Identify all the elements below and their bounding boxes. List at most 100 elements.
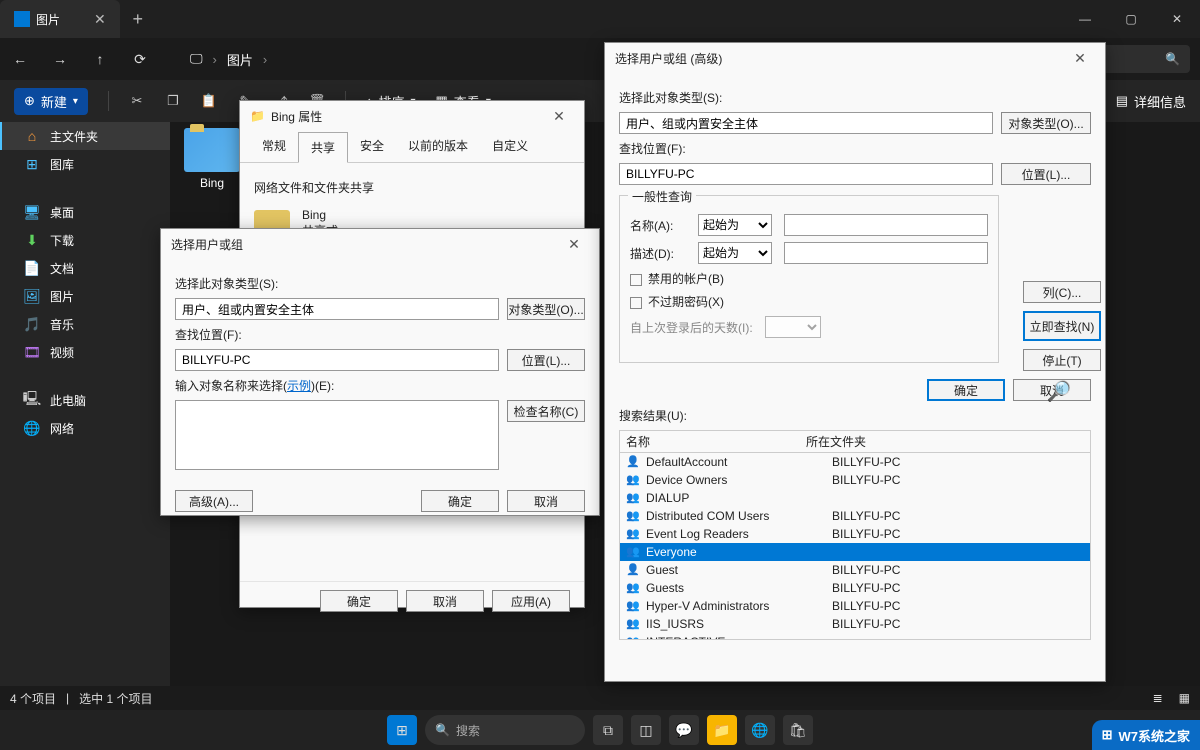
close-icon[interactable]: ✕ bbox=[1065, 50, 1095, 67]
up-button[interactable]: ↑ bbox=[90, 49, 110, 69]
name-input[interactable] bbox=[784, 214, 988, 236]
desc-match-select[interactable]: 起始为 bbox=[698, 242, 772, 264]
sidebar-item-下载[interactable]: ⬇下载 bbox=[0, 226, 170, 254]
result-row[interactable]: 👥Everyone bbox=[620, 543, 1090, 561]
sidebar-item-桌面[interactable]: 🖥桌面 bbox=[0, 198, 170, 226]
copy-icon[interactable]: ❐ bbox=[165, 93, 181, 109]
forward-button[interactable]: → bbox=[50, 49, 70, 69]
result-name: Event Log Readers bbox=[646, 527, 826, 541]
principal-icon: 👥 bbox=[626, 581, 640, 595]
widgets-icon[interactable]: ◫ bbox=[631, 715, 661, 745]
cancel-button[interactable]: 取消 bbox=[406, 590, 484, 612]
tab-共享[interactable]: 共享 bbox=[298, 132, 348, 163]
view-tiles-icon[interactable]: ▦ bbox=[1179, 691, 1190, 705]
names-textarea[interactable] bbox=[175, 400, 499, 470]
noexpire-password-checkbox[interactable] bbox=[630, 297, 642, 309]
object-type-field[interactable] bbox=[619, 112, 993, 134]
taskbar-search[interactable]: 🔍搜索 bbox=[425, 715, 585, 745]
principal-icon: 👥 bbox=[626, 527, 640, 541]
desc-input[interactable] bbox=[784, 242, 988, 264]
task-view-icon[interactable]: ⧉ bbox=[593, 715, 623, 745]
result-row[interactable]: 👥Device OwnersBILLYFU-PC bbox=[620, 471, 1090, 489]
result-folder: BILLYFU-PC bbox=[832, 455, 992, 469]
back-button[interactable]: ← bbox=[10, 49, 30, 69]
result-row[interactable]: 👥INTERACTIVE bbox=[620, 633, 1090, 640]
ok-button[interactable]: 确定 bbox=[421, 490, 499, 512]
location-field[interactable] bbox=[619, 163, 993, 185]
new-tab-button[interactable]: + bbox=[120, 9, 156, 30]
chat-icon[interactable]: 💬 bbox=[669, 715, 699, 745]
col-name[interactable]: 名称 bbox=[626, 433, 806, 450]
disabled-accounts-checkbox[interactable] bbox=[630, 274, 642, 286]
result-row[interactable]: 👥GuestsBILLYFU-PC bbox=[620, 579, 1090, 597]
sidebar-item-label: 桌面 bbox=[50, 204, 74, 221]
result-name: DIALUP bbox=[646, 491, 826, 505]
ok-button[interactable]: 确定 bbox=[927, 379, 1005, 401]
tab-常规[interactable]: 常规 bbox=[250, 131, 298, 162]
stop-button[interactable]: 停止(T) bbox=[1023, 349, 1101, 371]
sidebar-item-文档[interactable]: 📄文档 bbox=[0, 254, 170, 282]
item-count: 4 个项目 bbox=[10, 690, 56, 707]
view-details-icon[interactable]: ≣ bbox=[1153, 691, 1163, 705]
general-query-legend: 一般性查询 bbox=[628, 188, 696, 205]
explorer-icon[interactable]: 📁 bbox=[707, 715, 737, 745]
refresh-button[interactable]: ⟳ bbox=[130, 49, 150, 69]
result-row[interactable]: 👤DefaultAccountBILLYFU-PC bbox=[620, 453, 1090, 471]
close-tab-icon[interactable]: ✕ bbox=[94, 11, 106, 28]
sidebar-item-音乐[interactable]: 🎵音乐 bbox=[0, 310, 170, 338]
check-names-button[interactable]: 检查名称(C) bbox=[507, 400, 585, 422]
apply-button[interactable]: 应用(A) bbox=[492, 590, 570, 612]
result-row[interactable]: 👥IIS_IUSRSBILLYFU-PC bbox=[620, 615, 1090, 633]
cancel-button[interactable]: 取消 bbox=[507, 490, 585, 512]
sidebar-item-此电脑[interactable]: 🖳此电脑 bbox=[0, 386, 170, 414]
close-icon[interactable]: ✕ bbox=[559, 236, 589, 253]
result-row[interactable]: 👥Distributed COM UsersBILLYFU-PC bbox=[620, 507, 1090, 525]
minimize-button[interactable]: — bbox=[1062, 0, 1108, 38]
dialog-title: 选择用户或组 (高级) bbox=[615, 50, 722, 67]
sidebar-item-主文件夹[interactable]: ⌂主文件夹 bbox=[0, 122, 170, 150]
result-row[interactable]: 👥Event Log ReadersBILLYFU-PC bbox=[620, 525, 1090, 543]
maximize-button[interactable]: ▢ bbox=[1108, 0, 1154, 38]
paste-icon[interactable]: 📋 bbox=[201, 93, 217, 109]
start-button[interactable]: ⊞ bbox=[387, 715, 417, 745]
result-row[interactable]: 👥DIALUP bbox=[620, 489, 1090, 507]
edge-icon[interactable]: 🌐 bbox=[745, 715, 775, 745]
ok-button[interactable]: 确定 bbox=[320, 590, 398, 612]
result-row[interactable]: 👤GuestBILLYFU-PC bbox=[620, 561, 1090, 579]
sidebar-item-label: 视频 bbox=[50, 344, 74, 361]
location-button[interactable]: 位置(L)... bbox=[507, 349, 585, 371]
cut-icon[interactable]: ✂ bbox=[129, 93, 145, 109]
search-decor-icon: 🔎 bbox=[1023, 379, 1095, 409]
advanced-button[interactable]: 高级(A)... bbox=[175, 490, 253, 512]
sidebar-item-网络[interactable]: 🌐网络 bbox=[0, 414, 170, 442]
folder-bing[interactable]: Bing bbox=[182, 128, 242, 190]
tab-以前的版本[interactable]: 以前的版本 bbox=[396, 131, 480, 162]
tab-安全[interactable]: 安全 bbox=[348, 131, 396, 162]
location-button[interactable]: 位置(L)... bbox=[1001, 163, 1091, 185]
example-link[interactable]: 示例 bbox=[287, 379, 311, 393]
columns-button[interactable]: 列(C)... bbox=[1023, 281, 1101, 303]
location-field[interactable] bbox=[175, 349, 499, 371]
sidebar-item-图片[interactable]: 🖼图片 bbox=[0, 282, 170, 310]
details-button[interactable]: ▤详细信息 bbox=[1116, 92, 1186, 111]
new-button[interactable]: ⊕新建▾ bbox=[14, 88, 88, 115]
tab-自定义[interactable]: 自定义 bbox=[480, 131, 540, 162]
name-match-select[interactable]: 起始为 bbox=[698, 214, 772, 236]
sidebar-item-图库[interactable]: ⊞图库 bbox=[0, 150, 170, 178]
breadcrumb[interactable]: 🖵 › 图片 › bbox=[190, 50, 267, 69]
sidebar-item-视频[interactable]: 🎞视频 bbox=[0, 338, 170, 366]
active-tab[interactable]: 图片 ✕ bbox=[0, 0, 120, 38]
results-list[interactable]: 名称 所在文件夹 👤DefaultAccountBILLYFU-PC👥Devic… bbox=[619, 430, 1091, 640]
sidebar-item-label: 图库 bbox=[50, 156, 74, 173]
col-folder[interactable]: 所在文件夹 bbox=[806, 433, 966, 450]
store-icon[interactable]: 🛍 bbox=[783, 715, 813, 745]
find-now-button[interactable]: 立即查找(N) bbox=[1023, 311, 1101, 341]
breadcrumb-current[interactable]: 图片 bbox=[227, 50, 253, 69]
object-type-field[interactable] bbox=[175, 298, 499, 320]
object-type-button[interactable]: 对象类型(O)... bbox=[1001, 112, 1091, 134]
object-type-button[interactable]: 对象类型(O)... bbox=[507, 298, 585, 320]
sidebar-item-label: 下载 bbox=[50, 232, 74, 249]
close-window-button[interactable]: ✕ bbox=[1154, 0, 1200, 38]
close-icon[interactable]: ✕ bbox=[544, 108, 574, 125]
result-row[interactable]: 👥Hyper-V AdministratorsBILLYFU-PC bbox=[620, 597, 1090, 615]
